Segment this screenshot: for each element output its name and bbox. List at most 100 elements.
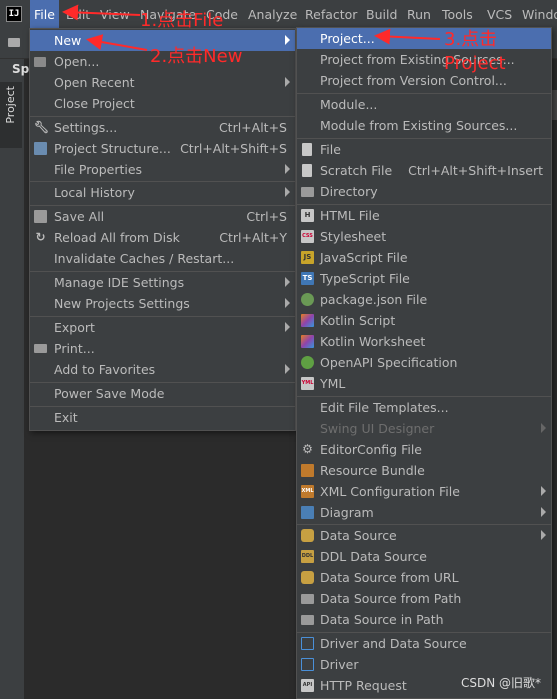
file-menu-print[interactable]: Print...	[30, 338, 295, 359]
wrench-icon: 🔧︎	[34, 120, 50, 134]
project-tab-label: Project	[4, 86, 17, 124]
file-menu-invalidate-caches[interactable]: Invalidate Caches / Restart...	[30, 248, 295, 269]
menu-run[interactable]: Run	[403, 0, 435, 29]
file-icon	[302, 143, 312, 156]
file-menu-new-projects-settings[interactable]: New Projects Settings	[30, 293, 295, 314]
new-directory[interactable]: Directory	[297, 181, 551, 202]
project-structure-icon	[34, 142, 47, 155]
new-html-file[interactable]: H HTML File	[297, 205, 551, 226]
file-menu-settings[interactable]: 🔧︎ Settings... Ctrl+Alt+S	[30, 117, 295, 138]
new-javascript-file[interactable]: JS JavaScript File	[297, 247, 551, 268]
new-yml[interactable]: YML YML	[297, 373, 551, 394]
item-label: OpenAPI Specification	[320, 355, 458, 370]
submenu-arrow-icon	[541, 423, 546, 433]
item-label: Stylesheet	[320, 229, 387, 244]
item-label: Close Project	[54, 96, 135, 111]
new-typescript-file[interactable]: TS TypeScript File	[297, 268, 551, 289]
database-icon	[301, 571, 314, 584]
new-scratch-file[interactable]: Scratch File Ctrl+Alt+Shift+Insert	[297, 160, 551, 181]
file-menu-reload[interactable]: ↻ Reload All from Disk Ctrl+Alt+Y	[30, 227, 295, 248]
scrollbar[interactable]	[552, 90, 557, 120]
item-label: DDL Data Source	[320, 549, 427, 564]
new-data-source-from-path[interactable]: Data Source from Path	[297, 588, 551, 609]
new-openapi-specification[interactable]: OpenAPI Specification	[297, 352, 551, 373]
item-label: Driver and Data Source	[320, 636, 467, 651]
kotlin-worksheet-icon	[301, 335, 314, 348]
new-module-from-existing-sources[interactable]: Module from Existing Sources...	[297, 115, 551, 136]
file-menu-open-recent[interactable]: Open Recent	[30, 72, 295, 93]
new-resource-bundle[interactable]: Resource Bundle	[297, 460, 551, 481]
file-menu-file-properties[interactable]: File Properties	[30, 159, 295, 180]
item-label: YML	[320, 376, 346, 391]
item-label: Print...	[54, 341, 95, 356]
driver-icon	[301, 658, 314, 671]
menu-build[interactable]: Build	[362, 0, 401, 29]
annotation-step2: 2.点击New	[150, 46, 243, 67]
xml-file-icon: XML	[301, 485, 314, 498]
new-data-source-from-url[interactable]: Data Source from URL	[297, 567, 551, 588]
openapi-icon	[301, 356, 314, 369]
new-project-from-vcs[interactable]: Project from Version Control...	[297, 70, 551, 91]
menu-edit[interactable]: Edit	[62, 0, 94, 29]
item-label: Export	[54, 320, 95, 335]
new-package-json-file[interactable]: package.json File	[297, 289, 551, 310]
file-menu-close-project[interactable]: Close Project	[30, 93, 295, 114]
file-menu-save-all[interactable]: Save All Ctrl+S	[30, 206, 295, 227]
file-menu-power-save-mode[interactable]: Power Save Mode	[30, 383, 295, 404]
new-xml-configuration-file[interactable]: XML XML Configuration File	[297, 481, 551, 502]
tool-window-strip	[0, 58, 25, 699]
package-json-icon	[301, 293, 314, 306]
new-swing-ui-designer[interactable]: Swing UI Designer	[297, 418, 551, 439]
new-data-source[interactable]: Data Source	[297, 525, 551, 546]
submenu-arrow-icon	[285, 298, 290, 308]
new-ddl-data-source[interactable]: DDL DDL Data Source	[297, 546, 551, 567]
submenu-arrow-icon	[285, 364, 290, 374]
item-label: HTTP Request	[320, 678, 407, 693]
file-menu-add-to-favorites[interactable]: Add to Favorites	[30, 359, 295, 380]
item-label: Data Source in Path	[320, 612, 444, 627]
item-label: Data Source	[320, 528, 397, 543]
item-label: Scratch File	[320, 163, 393, 178]
item-label: Invalidate Caches / Restart...	[54, 251, 235, 266]
project-tool-tab[interactable]: Project	[0, 82, 22, 148]
item-label: Driver	[320, 657, 359, 672]
menu-refactor[interactable]: Refactor	[301, 0, 361, 29]
new-edit-file-templates[interactable]: Edit File Templates...	[297, 397, 551, 418]
typescript-file-icon: TS	[301, 272, 314, 285]
diagram-icon	[301, 506, 314, 519]
item-label: XML Configuration File	[320, 484, 460, 499]
open-folder-icon[interactable]	[8, 38, 20, 47]
new-data-source-in-path[interactable]: Data Source in Path	[297, 609, 551, 630]
new-driver-and-data-source[interactable]: Driver and Data Source	[297, 633, 551, 654]
new-kotlin-worksheet[interactable]: Kotlin Worksheet	[297, 331, 551, 352]
new-module[interactable]: Module...	[297, 94, 551, 115]
new-kotlin-script[interactable]: Kotlin Script	[297, 310, 551, 331]
item-label: Module...	[320, 97, 378, 112]
new-editorconfig-file[interactable]: ⚙ EditorConfig File	[297, 439, 551, 460]
save-icon	[34, 210, 47, 223]
item-label: Reload All from Disk	[54, 230, 180, 245]
menu-file[interactable]: File	[30, 0, 59, 29]
item-label: Add to Favorites	[54, 362, 156, 377]
menu-view[interactable]: View	[96, 0, 134, 29]
menu-analyze[interactable]: Analyze	[244, 0, 301, 29]
new-diagram[interactable]: Diagram	[297, 502, 551, 523]
new-project[interactable]: Project...	[297, 28, 551, 49]
item-label: TypeScript File	[320, 271, 410, 286]
submenu-arrow-icon	[541, 507, 546, 517]
file-menu-project-structure[interactable]: Project Structure... Ctrl+Alt+Shift+S	[30, 138, 295, 159]
http-request-icon: API	[301, 679, 314, 692]
file-menu-local-history[interactable]: Local History	[30, 182, 295, 203]
new-project-from-existing-sources[interactable]: Project from Existing Sources...	[297, 49, 551, 70]
item-shortcut: Ctrl+Alt+Shift+Insert	[408, 163, 543, 178]
new-driver[interactable]: Driver	[297, 654, 551, 675]
file-menu-exit[interactable]: Exit	[30, 407, 295, 428]
html-file-icon: H	[301, 209, 314, 222]
annotation-step3: 3.点击	[444, 29, 498, 50]
menu-window[interactable]: Windo	[518, 0, 557, 29]
file-menu-export[interactable]: Export	[30, 317, 295, 338]
file-menu-manage-ide-settings[interactable]: Manage IDE Settings	[30, 272, 295, 293]
new-stylesheet[interactable]: CSS Stylesheet	[297, 226, 551, 247]
new-file[interactable]: File	[297, 139, 551, 160]
watermark: CSDN @旧歌*	[460, 676, 541, 690]
